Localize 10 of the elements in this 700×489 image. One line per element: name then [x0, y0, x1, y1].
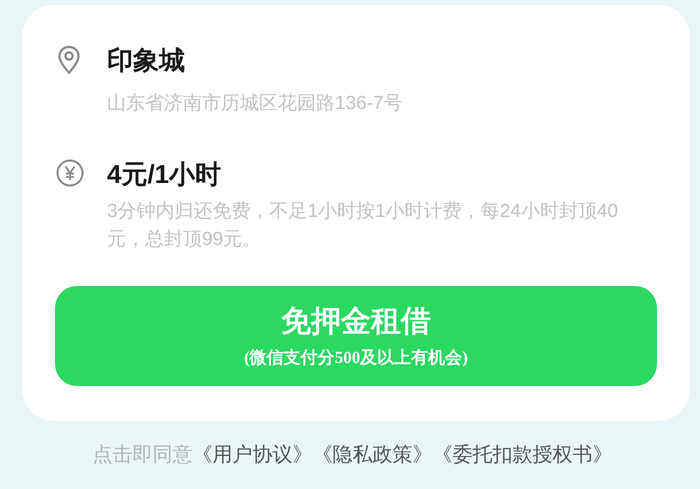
agreement-link[interactable]: 《用户协议》	[192, 441, 312, 469]
price-title: 4元/1小时	[107, 158, 222, 191]
location-pin-icon	[56, 45, 82, 75]
agreement-link[interactable]: 《隐私政策》	[312, 441, 432, 469]
location-address: 山东省济南市历城区花园路136-7号	[107, 92, 403, 116]
agreement-link[interactable]: 《委托扣款授权书》	[432, 441, 612, 469]
location-name: 印象城	[107, 44, 186, 77]
agreement-prefix: 点击即同意	[92, 443, 192, 468]
price-description: 3分钟内归还免费，不足1小时按1小时计费，每24小时封顶40元，总封顶99元。	[107, 200, 619, 252]
yen-coin-icon	[56, 159, 84, 187]
